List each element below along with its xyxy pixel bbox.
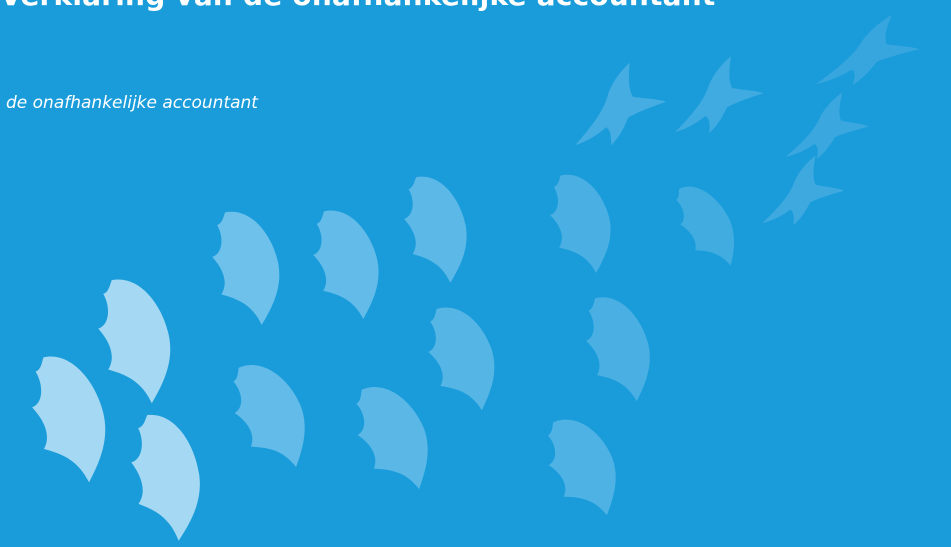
bird-icon bbox=[802, 10, 923, 98]
bird-icon bbox=[771, 88, 873, 171]
bird-icon bbox=[82, 268, 188, 413]
bird-icon bbox=[336, 372, 450, 504]
bird-icon bbox=[118, 406, 214, 547]
bird-icon bbox=[536, 164, 626, 282]
bird-icon bbox=[197, 201, 296, 334]
bird-icon bbox=[552, 56, 672, 162]
cover-page: Verklaring van de onafhankelijke account… bbox=[0, 0, 951, 547]
bird-icon bbox=[297, 199, 396, 329]
bird-icon bbox=[14, 344, 125, 494]
bird-icon bbox=[411, 295, 513, 422]
bird-icon bbox=[655, 50, 769, 148]
flock-of-birds-illustration bbox=[14, 10, 923, 547]
bird-icon bbox=[661, 174, 752, 278]
bird-icon bbox=[390, 167, 482, 292]
bird-icon bbox=[745, 151, 849, 238]
bird-icon bbox=[570, 285, 668, 412]
bird-icon bbox=[529, 405, 637, 530]
bird-icon bbox=[213, 350, 327, 482]
